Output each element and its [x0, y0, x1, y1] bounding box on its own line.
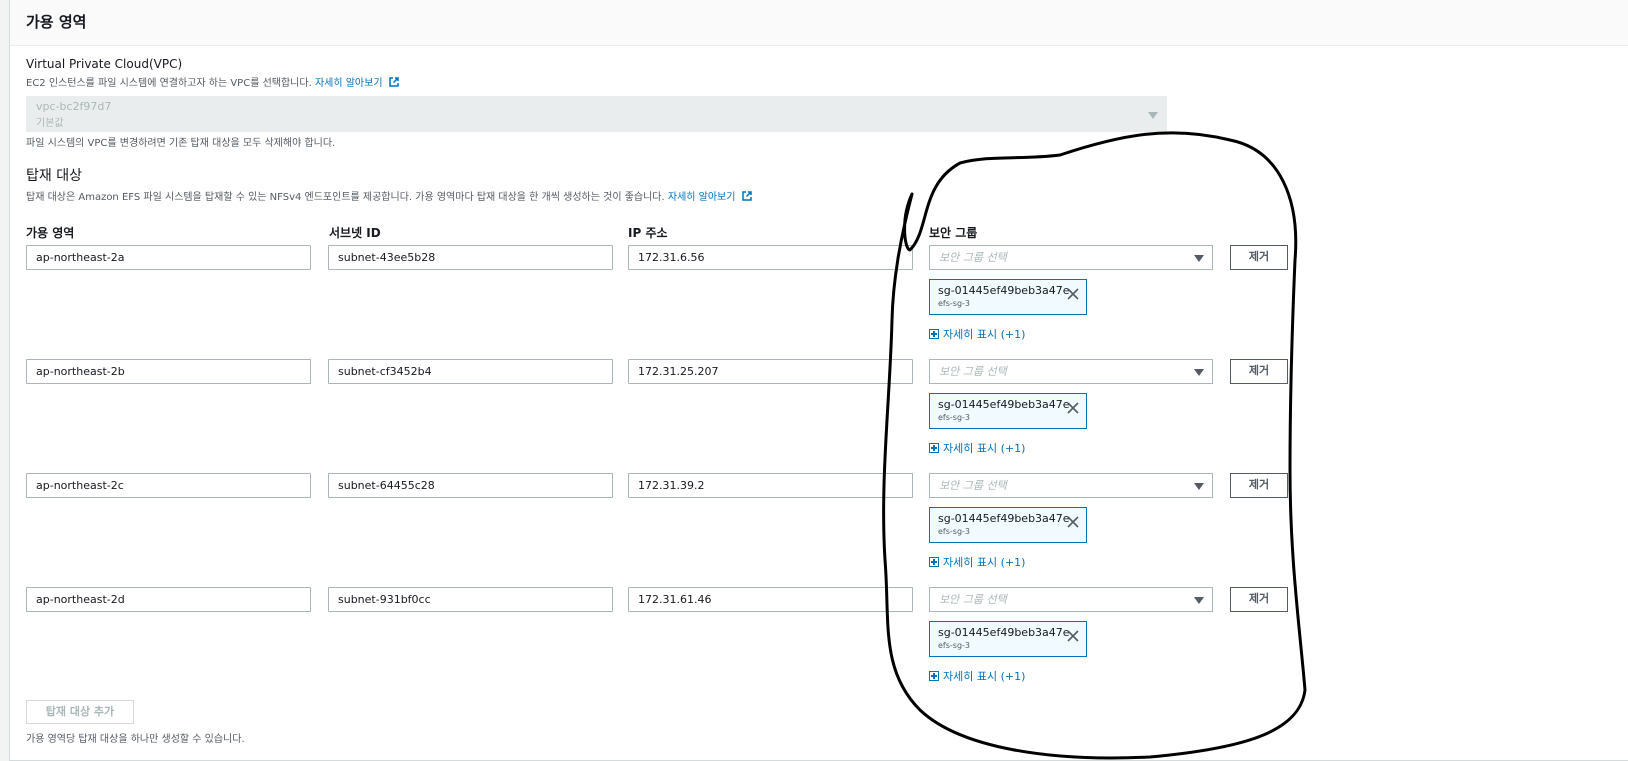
- mount-targets-description: 탑재 대상은 Amazon EFS 파일 시스템을 탑재할 수 있는 NFSv4…: [26, 188, 752, 203]
- security-group-placeholder: 보안 그룹 선택: [939, 479, 1007, 492]
- column-header-ip: IP 주소: [628, 226, 668, 240]
- availability-zone-field[interactable]: ap-northeast-2a: [26, 245, 311, 270]
- show-more-link[interactable]: 자세히 표시 (+1): [929, 668, 1025, 684]
- close-icon[interactable]: [1066, 401, 1080, 415]
- vpc-description: EC2 인스턴스를 파일 시스템에 연결하고자 하는 VPC를 선택합니다. 자…: [26, 74, 399, 89]
- column-header-subnet: 서브넷 ID: [329, 226, 381, 240]
- chevron-down-icon: [1194, 483, 1204, 490]
- show-more-label: 자세히 표시 (+1): [943, 442, 1026, 455]
- subnet-id-field[interactable]: subnet-43ee5b28: [328, 245, 613, 270]
- chevron-down-icon: [1194, 369, 1204, 376]
- ip-address-field[interactable]: 172.31.39.2: [628, 473, 913, 498]
- vpc-selected-value: vpc-bc2f97d7: [36, 100, 112, 113]
- token-name: efs-sg-3: [938, 413, 971, 422]
- security-group-placeholder: 보안 그룹 선택: [939, 365, 1007, 378]
- security-group-token: sg-01445ef49beb3a47e efs-sg-3: [929, 507, 1087, 543]
- external-link-icon: [741, 191, 752, 201]
- vpc-label: Virtual Private Cloud(VPC): [26, 57, 183, 71]
- show-more-link[interactable]: 자세히 표시 (+1): [929, 554, 1025, 570]
- security-group-select[interactable]: 보안 그룹 선택: [929, 587, 1213, 612]
- column-header-az: 가용 영역: [26, 226, 75, 240]
- mount-targets-description-text: 탑재 대상은 Amazon EFS 파일 시스템을 탑재할 수 있는 NFSv4…: [26, 192, 665, 203]
- expand-icon: [929, 671, 939, 681]
- token-name: efs-sg-3: [938, 641, 971, 650]
- token-id: sg-01445ef49beb3a47e: [938, 626, 1070, 639]
- security-group-select[interactable]: 보안 그룹 선택: [929, 359, 1213, 384]
- security-group-select[interactable]: 보안 그룹 선택: [929, 473, 1213, 498]
- subnet-id-field[interactable]: subnet-931bf0cc: [328, 587, 613, 612]
- panel-header: 가용 영역: [10, 0, 1628, 46]
- mount-targets-title: 탑재 대상: [26, 168, 82, 184]
- expand-icon: [929, 557, 939, 567]
- subnet-id-field[interactable]: subnet-cf3452b4: [328, 359, 613, 384]
- expand-icon: [929, 443, 939, 453]
- ip-address-field[interactable]: 172.31.25.207: [628, 359, 913, 384]
- security-group-select[interactable]: 보안 그룹 선택: [929, 245, 1213, 270]
- token-id: sg-01445ef49beb3a47e: [938, 284, 1070, 297]
- availability-zone-field[interactable]: ap-northeast-2b: [26, 359, 311, 384]
- security-group-placeholder: 보안 그룹 선택: [939, 593, 1007, 606]
- token-name: efs-sg-3: [938, 527, 971, 536]
- ip-address-field[interactable]: 172.31.61.46: [628, 587, 913, 612]
- token-id: sg-01445ef49beb3a47e: [938, 512, 1070, 525]
- security-group-token: sg-01445ef49beb3a47e efs-sg-3: [929, 621, 1087, 657]
- add-mount-target-hint: 가용 영역당 탑재 대상을 하나만 생성할 수 있습니다.: [26, 734, 245, 745]
- close-icon[interactable]: [1066, 515, 1080, 529]
- remove-button[interactable]: 제거: [1230, 359, 1288, 384]
- chevron-down-icon: [1194, 597, 1204, 604]
- show-more-link[interactable]: 자세히 표시 (+1): [929, 440, 1025, 456]
- availability-zone-field[interactable]: ap-northeast-2d: [26, 587, 311, 612]
- vpc-learn-more-link[interactable]: 자세히 알아보기: [315, 78, 383, 89]
- remove-button[interactable]: 제거: [1230, 245, 1288, 270]
- vpc-description-text: EC2 인스턴스를 파일 시스템에 연결하고자 하는 VPC를 선택합니다.: [26, 78, 312, 89]
- vpc-note: 파일 시스템의 VPC를 변경하려면 기존 탑재 대상을 모두 삭제해야 합니다…: [26, 138, 336, 149]
- availability-zone-field[interactable]: ap-northeast-2c: [26, 473, 311, 498]
- column-header-security-group: 보안 그룹: [929, 226, 978, 240]
- ip-address-field[interactable]: 172.31.6.56: [628, 245, 913, 270]
- close-icon[interactable]: [1066, 629, 1080, 643]
- vpc-select: vpc-bc2f97d7 기본값: [26, 96, 1167, 132]
- remove-button[interactable]: 제거: [1230, 587, 1288, 612]
- show-more-link[interactable]: 자세히 표시 (+1): [929, 326, 1025, 342]
- show-more-label: 자세히 표시 (+1): [943, 328, 1026, 341]
- security-group-token: sg-01445ef49beb3a47e efs-sg-3: [929, 393, 1087, 429]
- security-group-token: sg-01445ef49beb3a47e efs-sg-3: [929, 279, 1087, 315]
- expand-icon: [929, 329, 939, 339]
- availability-zone-panel: 가용 영역 Virtual Private Cloud(VPC) EC2 인스턴…: [9, 0, 1628, 761]
- token-name: efs-sg-3: [938, 299, 971, 308]
- subnet-id-field[interactable]: subnet-64455c28: [328, 473, 613, 498]
- token-id: sg-01445ef49beb3a47e: [938, 398, 1070, 411]
- close-icon[interactable]: [1066, 287, 1080, 301]
- chevron-down-icon: [1148, 112, 1158, 119]
- mount-targets-learn-more-link[interactable]: 자세히 알아보기: [668, 192, 736, 203]
- show-more-label: 자세히 표시 (+1): [943, 556, 1026, 569]
- chevron-down-icon: [1194, 255, 1204, 262]
- vpc-selected-sub: 기본값: [36, 118, 64, 129]
- external-link-icon: [388, 77, 399, 87]
- panel-title: 가용 영역: [26, 13, 87, 31]
- show-more-label: 자세히 표시 (+1): [943, 670, 1026, 683]
- add-mount-target-button[interactable]: 탑재 대상 추가: [26, 700, 134, 724]
- remove-button[interactable]: 제거: [1230, 473, 1288, 498]
- security-group-placeholder: 보안 그룹 선택: [939, 251, 1007, 264]
